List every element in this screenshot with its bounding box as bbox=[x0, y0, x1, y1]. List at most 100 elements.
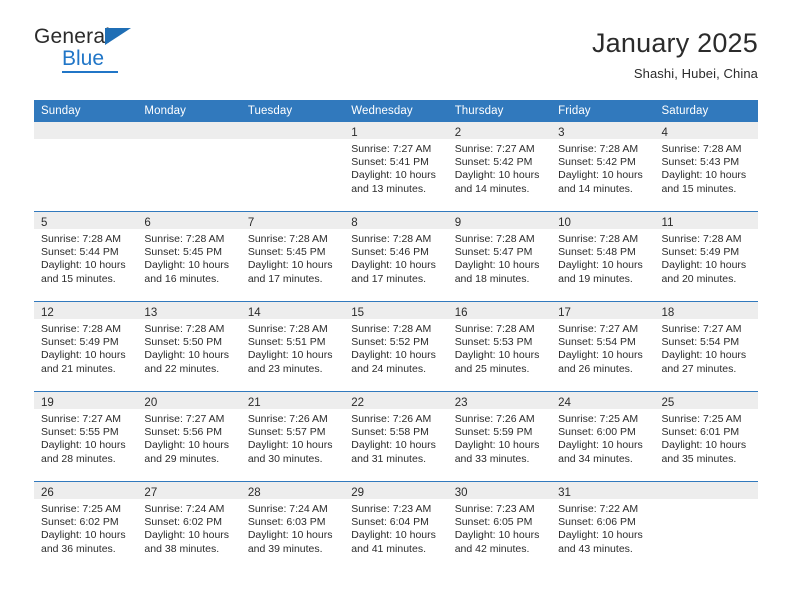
day-cell-empty bbox=[34, 122, 138, 211]
calendar-day-cell[interactable]: 25 Sunrise: 7:25 AM Sunset: 6:01 PM Dayligh… bbox=[654, 391, 758, 482]
day-number-band: 8 bbox=[344, 212, 448, 229]
daylight-text-line1: Daylight: 10 hours bbox=[454, 439, 540, 452]
calendar-day-cell[interactable]: 17 Sunrise: 7:27 AM Sunset: 5:54 PM Dayligh… bbox=[551, 301, 655, 392]
day-number-band: 19 bbox=[34, 392, 138, 409]
calendar-day-cell[interactable]: 14 Sunrise: 7:28 AM Sunset: 5:51 PM Dayligh… bbox=[240, 301, 345, 392]
day-cell-empty bbox=[654, 482, 758, 571]
calendar-day-cell[interactable]: 29 Sunrise: 7:23 AM Sunset: 6:04 PM Dayligh… bbox=[344, 481, 448, 571]
calendar-day-cell[interactable]: 15 Sunrise: 7:28 AM Sunset: 5:52 PM Dayligh… bbox=[344, 301, 448, 392]
daylight-text-line1: Daylight: 10 hours bbox=[558, 349, 643, 362]
day-cell: 14 Sunrise: 7:28 AM Sunset: 5:51 PM Dayligh… bbox=[240, 302, 345, 391]
day-number: 19 bbox=[41, 397, 54, 409]
day-number: 3 bbox=[558, 127, 565, 139]
day-cell: 31 Sunrise: 7:22 AM Sunset: 6:06 PM Dayligh… bbox=[551, 482, 655, 571]
daylight-text-line1: Daylight: 10 hours bbox=[41, 529, 126, 542]
calendar-day-cell[interactable]: 1 Sunrise: 7:27 AM Sunset: 5:41 PM Daylight… bbox=[344, 122, 448, 212]
daylight-text-line1: Daylight: 10 hours bbox=[247, 349, 333, 362]
sunrise-text: Sunrise: 7:28 AM bbox=[144, 323, 225, 335]
sunset-text: Sunset: 5:41 PM bbox=[351, 156, 429, 169]
day-number-band: 21 bbox=[240, 392, 345, 409]
daylight-text-line1: Daylight: 10 hours bbox=[247, 439, 333, 452]
title-block: January 2025 Shashi, Hubei, China bbox=[592, 26, 758, 81]
day-cell: 1 Sunrise: 7:27 AM Sunset: 5:41 PM Daylight… bbox=[344, 122, 448, 211]
daylight-text-line1: Daylight: 10 hours bbox=[558, 259, 643, 272]
day-details: Sunrise: 7:24 AM Sunset: 6:02 PM Daylight:… bbox=[137, 499, 240, 556]
calendar-day-cell[interactable]: 8 Sunrise: 7:28 AM Sunset: 5:46 PM Daylight… bbox=[344, 211, 448, 302]
day-number-band: 26 bbox=[34, 482, 138, 499]
day-details: Sunrise: 7:27 AM Sunset: 5:56 PM Daylight:… bbox=[137, 409, 240, 466]
day-number-band: 3 bbox=[551, 122, 655, 139]
day-number: 16 bbox=[454, 307, 468, 319]
day-number-band bbox=[240, 122, 345, 139]
calendar-day-cell[interactable]: 4 Sunrise: 7:28 AM Sunset: 5:43 PM Daylight… bbox=[654, 122, 758, 212]
sunset-text: Sunset: 6:03 PM bbox=[247, 516, 326, 529]
calendar-day-cell[interactable]: 2 Sunrise: 7:27 AM Sunset: 5:42 PM Daylight… bbox=[447, 122, 552, 212]
calendar-day-cell[interactable]: 19 Sunrise: 7:27 AM Sunset: 5:55 PM Dayligh… bbox=[34, 391, 138, 482]
day-number-band: 24 bbox=[551, 392, 655, 409]
calendar-day-cell[interactable]: 22 Sunrise: 7:26 AM Sunset: 5:58 PM Dayligh… bbox=[344, 391, 448, 482]
daylight-text-line2: and 24 minutes. bbox=[351, 362, 426, 375]
day-number-band: 30 bbox=[447, 482, 552, 499]
calendar-day-cell[interactable]: 6 Sunrise: 7:28 AM Sunset: 5:45 PM Daylight… bbox=[137, 211, 241, 302]
day-details: Sunrise: 7:28 AM Sunset: 5:52 PM Daylight:… bbox=[344, 319, 447, 376]
calendar-day-cell[interactable]: 18 Sunrise: 7:27 AM Sunset: 5:54 PM Dayligh… bbox=[654, 301, 758, 392]
daylight-text-line1: Daylight: 10 hours bbox=[558, 529, 643, 542]
calendar-day-cell[interactable]: 20 Sunrise: 7:27 AM Sunset: 5:56 PM Dayligh… bbox=[137, 391, 241, 482]
calendar-day-cell[interactable]: 24 Sunrise: 7:25 AM Sunset: 6:00 PM Dayligh… bbox=[551, 391, 655, 482]
calendar-day-cell[interactable]: 12 Sunrise: 7:28 AM Sunset: 5:49 PM Dayligh… bbox=[34, 301, 138, 392]
daylight-text-line1: Daylight: 10 hours bbox=[661, 169, 747, 182]
calendar-page: General Blue January 2025 Shashi, Hubei,… bbox=[0, 0, 792, 612]
day-details: Sunrise: 7:24 AM Sunset: 6:03 PM Daylight:… bbox=[241, 499, 344, 556]
calendar-day-cell[interactable]: 10 Sunrise: 7:28 AM Sunset: 5:48 PM Dayligh… bbox=[551, 211, 655, 302]
sunset-text: Sunset: 5:54 PM bbox=[558, 336, 636, 349]
day-number: 2 bbox=[454, 127, 462, 139]
calendar-day-cell[interactable]: 16 Sunrise: 7:28 AM Sunset: 5:53 PM Dayligh… bbox=[447, 301, 552, 392]
daylight-text-line1: Daylight: 10 hours bbox=[351, 169, 436, 182]
calendar-day-cell[interactable]: 5 Sunrise: 7:28 AM Sunset: 5:44 PM Daylight… bbox=[34, 211, 138, 302]
calendar-day-cell[interactable]: 3 Sunrise: 7:28 AM Sunset: 5:42 PM Daylight… bbox=[551, 122, 655, 212]
day-details: Sunrise: 7:22 AM Sunset: 6:06 PM Daylight:… bbox=[551, 499, 654, 556]
day-details: Sunrise: 7:28 AM Sunset: 5:45 PM Daylight:… bbox=[241, 229, 344, 286]
day-number: 12 bbox=[41, 307, 54, 319]
sunset-text: Sunset: 5:50 PM bbox=[144, 336, 223, 349]
calendar-day-cell[interactable] bbox=[34, 122, 138, 212]
calendar-day-cell[interactable]: 30 Sunrise: 7:23 AM Sunset: 6:05 PM Dayligh… bbox=[447, 481, 552, 571]
daylight-text-line2: and 25 minutes. bbox=[454, 362, 530, 375]
daylight-text-line2: and 43 minutes. bbox=[558, 542, 633, 555]
calendar-day-cell[interactable]: 7 Sunrise: 7:28 AM Sunset: 5:45 PM Daylight… bbox=[240, 211, 345, 302]
calendar-day-cell[interactable] bbox=[240, 122, 345, 212]
daylight-text-line2: and 15 minutes. bbox=[661, 182, 737, 195]
day-number: 30 bbox=[454, 487, 468, 499]
day-number: 27 bbox=[144, 487, 158, 499]
sunset-text: Sunset: 5:45 PM bbox=[247, 246, 326, 259]
daylight-text-line2: and 34 minutes. bbox=[558, 452, 633, 465]
day-details: Sunrise: 7:25 AM Sunset: 6:02 PM Daylight:… bbox=[34, 499, 137, 556]
calendar-day-cell[interactable]: 27 Sunrise: 7:24 AM Sunset: 6:02 PM Dayligh… bbox=[137, 481, 241, 571]
sunrise-text: Sunrise: 7:28 AM bbox=[144, 233, 225, 245]
day-cell-empty bbox=[240, 122, 345, 211]
calendar-day-cell[interactable]: 21 Sunrise: 7:26 AM Sunset: 5:57 PM Dayligh… bbox=[240, 391, 345, 482]
calendar-day-cell[interactable]: 13 Sunrise: 7:28 AM Sunset: 5:50 PM Dayligh… bbox=[137, 301, 241, 392]
calendar-header-row: Sunday Monday Tuesday Wednesday Thursday… bbox=[34, 100, 758, 122]
calendar-day-cell[interactable]: 26 Sunrise: 7:25 AM Sunset: 6:02 PM Dayligh… bbox=[34, 481, 138, 571]
sunset-text: Sunset: 5:56 PM bbox=[144, 426, 223, 439]
day-cell: 10 Sunrise: 7:28 AM Sunset: 5:48 PM Dayligh… bbox=[551, 212, 655, 301]
calendar-day-cell[interactable]: 28 Sunrise: 7:24 AM Sunset: 6:03 PM Dayligh… bbox=[240, 481, 345, 571]
daylight-text-line2: and 23 minutes. bbox=[247, 362, 323, 375]
day-number-band: 2 bbox=[447, 122, 552, 139]
calendar-day-cell[interactable]: 23 Sunrise: 7:26 AM Sunset: 5:59 PM Dayligh… bbox=[447, 391, 552, 482]
day-number-band bbox=[654, 482, 758, 499]
weekday-header-saturday: Saturday bbox=[654, 100, 758, 122]
day-number-band bbox=[137, 122, 241, 139]
daylight-text-line1: Daylight: 10 hours bbox=[41, 439, 126, 452]
calendar-day-cell[interactable]: 11 Sunrise: 7:28 AM Sunset: 5:49 PM Dayligh… bbox=[654, 211, 758, 302]
daylight-text-line1: Daylight: 10 hours bbox=[661, 349, 747, 362]
calendar-day-cell[interactable]: 31 Sunrise: 7:22 AM Sunset: 6:06 PM Dayligh… bbox=[551, 481, 655, 571]
day-number: 25 bbox=[661, 397, 675, 409]
day-details: Sunrise: 7:28 AM Sunset: 5:46 PM Daylight:… bbox=[344, 229, 447, 286]
generalblue-logo[interactable]: General Blue bbox=[34, 26, 146, 78]
calendar-day-cell[interactable] bbox=[137, 122, 241, 212]
sunrise-text: Sunrise: 7:28 AM bbox=[661, 233, 742, 245]
calendar-day-cell[interactable]: 9 Sunrise: 7:28 AM Sunset: 5:47 PM Daylight… bbox=[447, 211, 552, 302]
calendar-day-cell[interactable] bbox=[654, 481, 758, 571]
